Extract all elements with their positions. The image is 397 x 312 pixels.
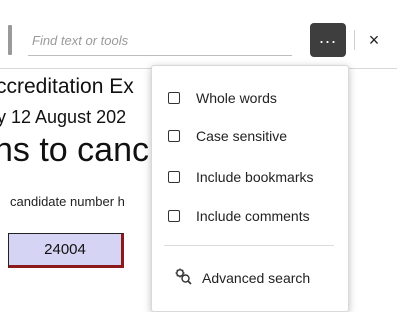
more-options-label: ...: [318, 27, 337, 47]
toolbar-edge-divider: [8, 25, 12, 55]
doc-date-line: y 12 August 202: [0, 107, 127, 127]
checkbox[interactable]: [168, 210, 180, 222]
find-input[interactable]: [28, 26, 292, 56]
doc-heading-line: ccreditation Ex: [0, 75, 134, 98]
checkbox[interactable]: [168, 130, 180, 142]
option-label: Case sensitive: [196, 128, 288, 144]
more-options-button[interactable]: ...: [310, 23, 346, 57]
candidate-number-field[interactable]: 24004: [8, 233, 124, 268]
close-find-button[interactable]: ×: [362, 24, 386, 56]
advanced-search-icon: [174, 267, 192, 290]
option-include-bookmarks[interactable]: Include bookmarks: [168, 165, 314, 189]
toolbar-divider: [354, 30, 355, 50]
option-label: Whole words: [196, 90, 277, 106]
find-options-menu: Whole words Case sensitive Include bookm…: [151, 65, 349, 312]
find-toolbar: ... ×: [0, 0, 397, 69]
checkbox[interactable]: [168, 171, 180, 183]
advanced-search-item[interactable]: Advanced search: [174, 266, 310, 290]
doc-instruction-line: candidate number h: [10, 194, 125, 209]
advanced-search-label: Advanced search: [202, 270, 311, 286]
option-case-sensitive[interactable]: Case sensitive: [168, 124, 287, 148]
option-label: Include comments: [196, 208, 310, 224]
checkbox[interactable]: [168, 92, 180, 104]
close-icon: ×: [368, 29, 380, 50]
doc-title-line: ns to canc: [0, 131, 149, 169]
menu-divider: [164, 245, 334, 246]
option-label: Include bookmarks: [196, 169, 314, 185]
option-whole-words[interactable]: Whole words: [168, 86, 277, 110]
option-include-comments[interactable]: Include comments: [168, 204, 310, 228]
